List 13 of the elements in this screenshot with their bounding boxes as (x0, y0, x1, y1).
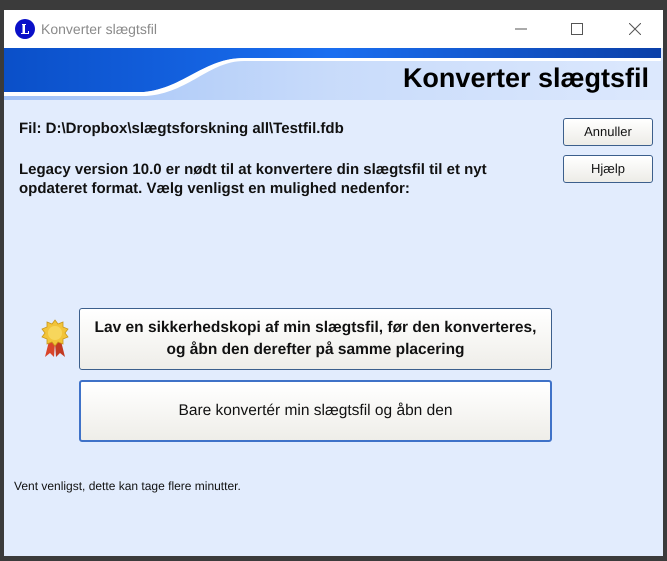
file-path-label: Fil: D:\Dropbox\slægtsforskning all\Testfil.fdb (19, 119, 345, 139)
header-title: Konverter slægtsfil (402, 62, 649, 95)
close-icon[interactable] (629, 23, 641, 35)
option-button[interactable]: Bare konvertér min slægtsfil og åbn den (79, 380, 552, 442)
window-title: Konverter slægtsfil (41, 20, 157, 39)
description-text: Legacy version 10.0 er nødt til at konvertere din slægtsfil til et nyt opdateret format. Vælg venligst en mulighed nedenfor: (19, 160, 488, 198)
option-button[interactable]: Lav en sikkerhedskopi af min slægtsfil, før den konverteres, og åbn den derefter på samme placering (79, 308, 552, 370)
dialog-button[interactable]: Annuller (563, 118, 653, 146)
dialog-button[interactable]: Hjælp (563, 155, 653, 183)
app-logo-icon (15, 19, 35, 39)
footer-note: Vent venligst, dette kan tage flere minutter. (14, 478, 242, 494)
award-badge-icon (40, 318, 70, 358)
maximize-icon[interactable] (571, 23, 583, 35)
